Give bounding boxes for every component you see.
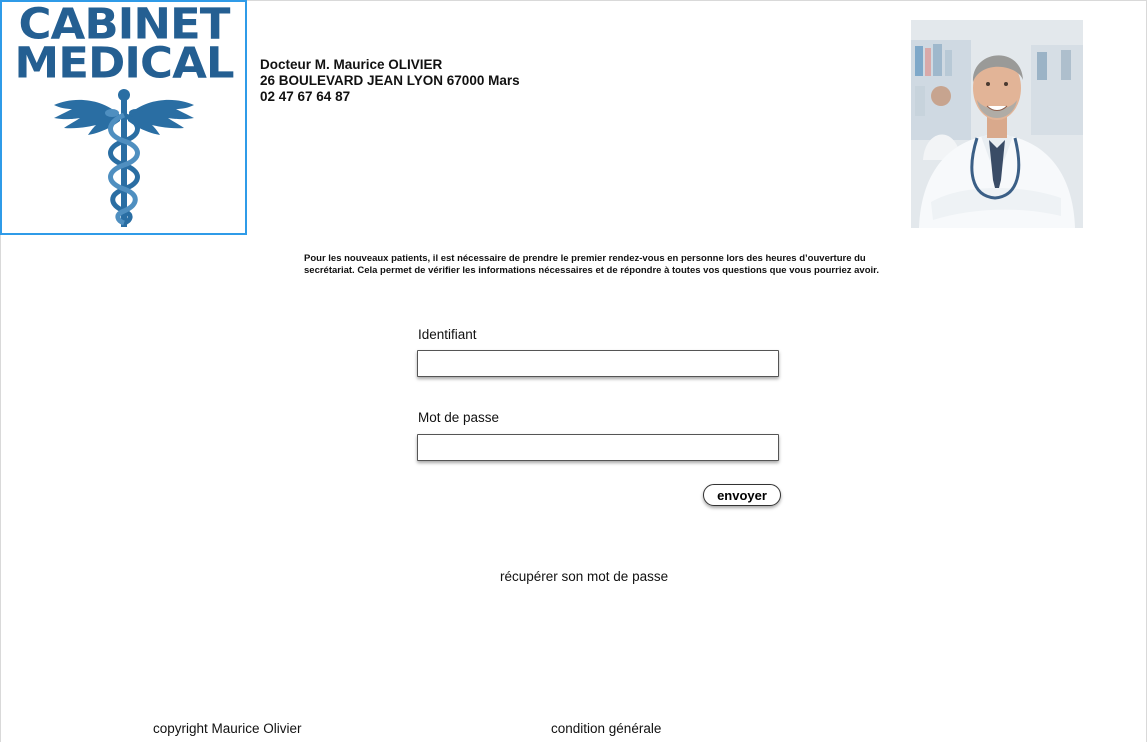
doctor-phone: 02 47 67 64 87 bbox=[260, 89, 351, 104]
doctor-photo bbox=[911, 20, 1083, 228]
new-patients-notice: Pour les nouveaux patients, il est néces… bbox=[304, 253, 879, 276]
footer-copyright: copyright Maurice Olivier bbox=[153, 721, 302, 736]
logo: CABINET MEDICAL bbox=[0, 0, 247, 235]
caduceus-icon bbox=[54, 89, 194, 227]
doctor-address: 26 BOULEVARD JEAN LYON 67000 Mars bbox=[260, 73, 520, 88]
doctor-info: Docteur M. Maurice OLIVIER 26 BOULEVARD … bbox=[260, 57, 520, 105]
recover-password-link[interactable]: récupérer son mot de passe bbox=[500, 569, 668, 584]
logo-line-2: MEDICAL bbox=[14, 37, 234, 88]
submit-button[interactable]: envoyer bbox=[703, 484, 781, 506]
password-label: Mot de passe bbox=[418, 410, 500, 425]
username-label: Identifiant bbox=[418, 327, 477, 342]
password-input[interactable] bbox=[417, 434, 779, 461]
username-input[interactable] bbox=[417, 350, 779, 377]
footer-terms-link[interactable]: condition générale bbox=[551, 721, 661, 736]
doctor-name: Docteur M. Maurice OLIVIER bbox=[260, 57, 443, 72]
